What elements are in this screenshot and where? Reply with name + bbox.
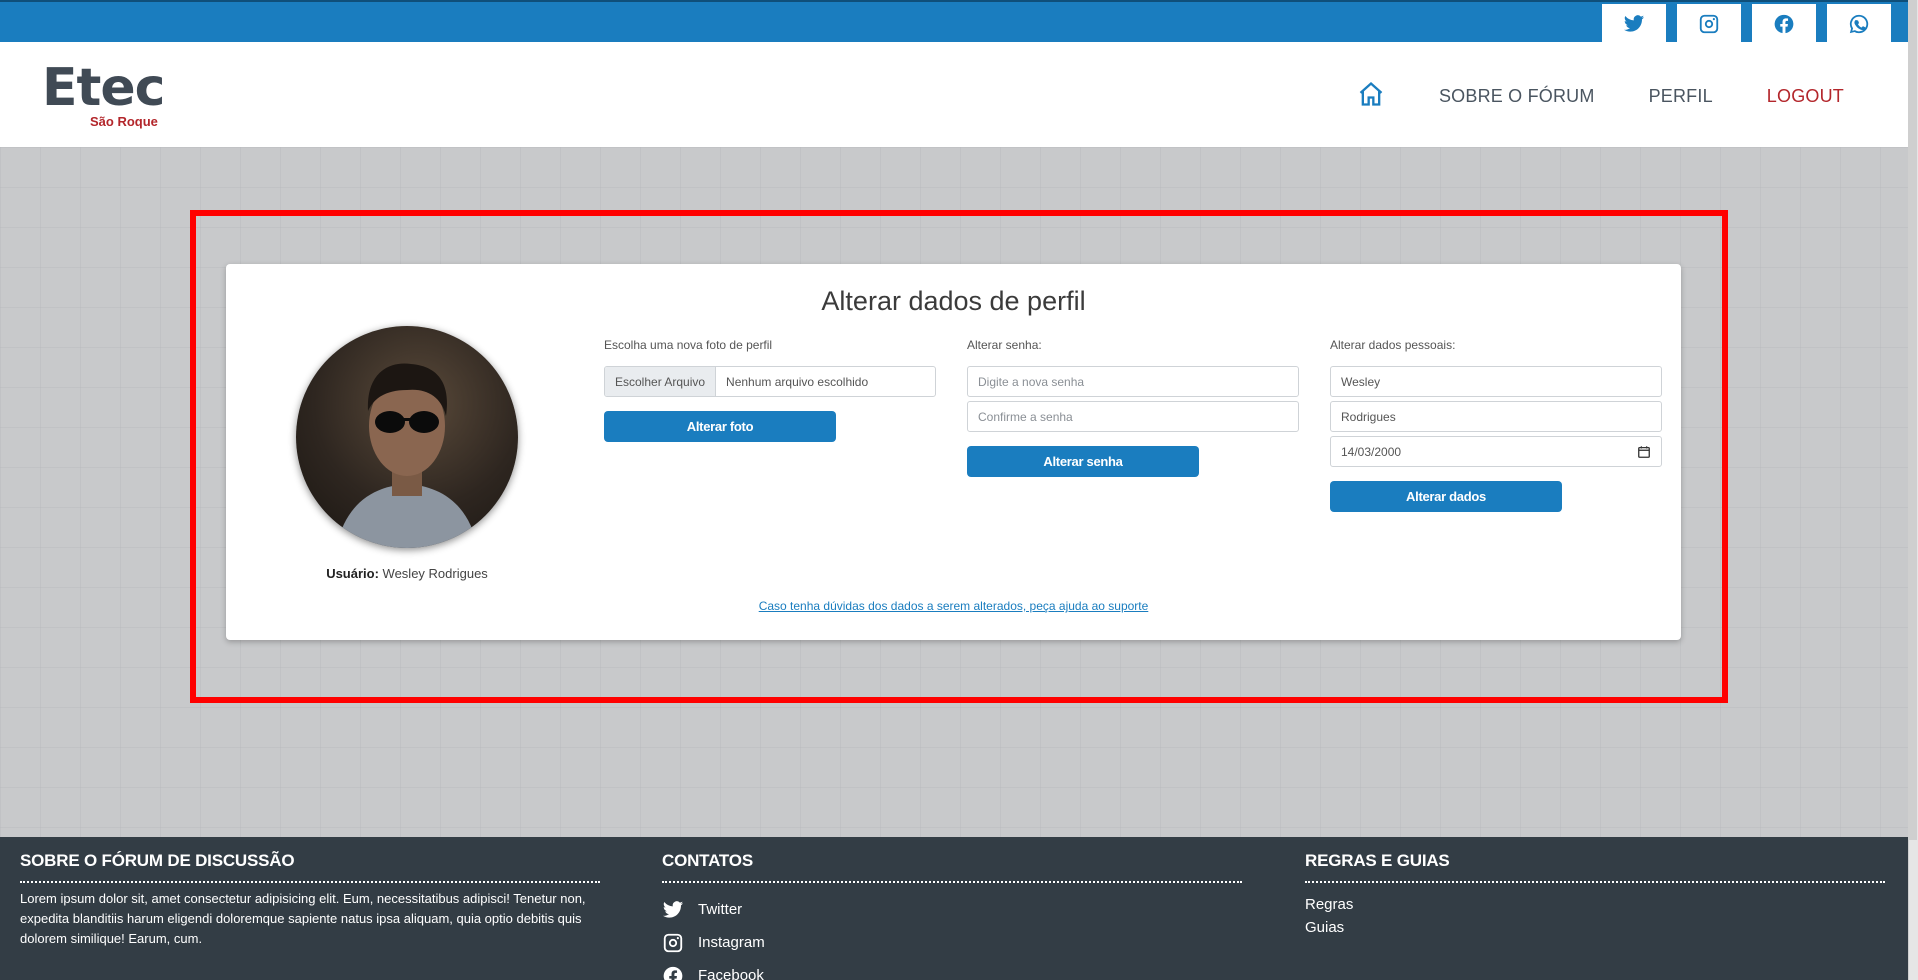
footer-about: SOBRE O FÓRUM DE DISCUSSÃO Lorem ipsum d… <box>20 851 600 949</box>
photo-label: Escolha uma nova foto de perfil <box>604 338 773 352</box>
site-header: Etec São Roque SOBRE O FÓRUM PERFIL LOGO… <box>0 42 1908 147</box>
whatsapp-icon <box>1849 14 1869 34</box>
whatsapp-link[interactable] <box>1827 4 1891 44</box>
site-footer: SOBRE O FÓRUM DE DISCUSSÃO Lorem ipsum d… <box>0 837 1908 980</box>
card-title: Alterar dados de perfil <box>821 286 1086 316</box>
contact-facebook[interactable]: Facebook <box>662 959 1242 980</box>
confirm-password-input[interactable]: Confirme a senha <box>967 401 1299 432</box>
footer-rules: REGRAS E GUIAS Regras Guias <box>1305 851 1885 939</box>
file-status-text: Nenhum arquivo escolhido <box>726 374 869 389</box>
avatar-photo <box>336 363 478 548</box>
change-data-button[interactable]: Alterar dados <box>1330 481 1562 512</box>
avatar <box>296 326 518 548</box>
twitter-icon <box>662 900 684 918</box>
contact-twitter[interactable]: Twitter <box>662 893 1242 926</box>
facebook-link[interactable] <box>1752 4 1816 44</box>
etec-logo[interactable]: Etec São Roque <box>42 58 165 129</box>
top-social-bar <box>0 0 1908 44</box>
facebook-icon <box>1774 14 1794 34</box>
guides-link[interactable]: Guias <box>1305 916 1885 939</box>
footer-contacts: CONTATOS Twitter Instagram Facebook <box>662 851 1242 980</box>
first-name-input[interactable]: Wesley <box>1330 366 1662 397</box>
contact-instagram-label: Instagram <box>698 934 765 951</box>
personal-data-label: Alterar dados pessoais: <box>1330 338 1456 352</box>
username-value: Wesley Rodrigues <box>382 566 488 581</box>
calendar-icon[interactable] <box>1637 445 1651 459</box>
birth-date-input[interactable]: 14/03/2000 <box>1330 436 1662 467</box>
password-label: Alterar senha: <box>967 338 1042 352</box>
new-password-input[interactable]: Digite a nova senha <box>967 366 1299 397</box>
rules-link[interactable]: Regras <box>1305 893 1885 916</box>
nav-logout[interactable]: LOGOUT <box>1767 86 1844 107</box>
last-name-input[interactable]: Rodrigues <box>1330 401 1662 432</box>
scrollbar-thumb[interactable] <box>1909 0 1917 840</box>
contacts-list: Twitter Instagram Facebook <box>662 893 1242 980</box>
choose-file-button[interactable]: Escolher Arquivo <box>605 367 717 396</box>
support-help-link[interactable]: Caso tenha dúvidas dos dados a serem alt… <box>226 599 1681 613</box>
logo-main-text: Etec <box>42 58 165 118</box>
contact-facebook-label: Facebook <box>698 967 764 980</box>
nav-profile[interactable]: PERFIL <box>1649 86 1713 107</box>
nav-about[interactable]: SOBRE O FÓRUM <box>1439 86 1595 107</box>
footer-contacts-title: CONTATOS <box>662 851 1242 883</box>
logo-sub-text: São Roque <box>90 114 158 129</box>
footer-about-text: Lorem ipsum dolor sit, amet consectetur … <box>20 891 586 946</box>
password-section: Alterar senha: Digite a nova senha Confi… <box>967 338 1299 477</box>
username-line: Usuário: Wesley Rodrigues <box>226 566 588 581</box>
birth-date-value: 14/03/2000 <box>1341 444 1402 459</box>
personal-data-section: Alterar dados pessoais: Wesley Rodrigues… <box>1330 338 1662 512</box>
main-nav: SOBRE O FÓRUM PERFIL LOGOUT <box>1357 80 1844 113</box>
footer-rules-title: REGRAS E GUIAS <box>1305 851 1885 883</box>
instagram-link[interactable] <box>1677 4 1741 44</box>
change-password-button[interactable]: Alterar senha <box>967 446 1199 477</box>
instagram-icon <box>663 933 683 952</box>
nav-home[interactable] <box>1357 80 1385 113</box>
photo-file-input[interactable]: Escolher Arquivo Nenhum arquivo escolhid… <box>604 366 936 397</box>
twitter-link[interactable] <box>1602 4 1666 44</box>
contact-twitter-label: Twitter <box>698 901 743 918</box>
change-photo-button[interactable]: Alterar foto <box>604 411 836 442</box>
username-label: Usuário: <box>326 566 379 581</box>
facebook-icon <box>663 966 683 980</box>
contact-instagram[interactable]: Instagram <box>662 926 1242 959</box>
footer-about-title: SOBRE O FÓRUM DE DISCUSSÃO <box>20 851 600 883</box>
profile-card: Alterar dados de perfil Usuário: Wesley … <box>226 264 1681 640</box>
home-icon <box>1359 81 1383 106</box>
photo-section: Escolha uma nova foto de perfil Escolher… <box>604 338 936 442</box>
rules-list: Regras Guias <box>1305 893 1885 939</box>
page-scrollbar[interactable] <box>1908 0 1918 980</box>
instagram-icon <box>1699 14 1719 34</box>
twitter-icon <box>1623 15 1645 32</box>
